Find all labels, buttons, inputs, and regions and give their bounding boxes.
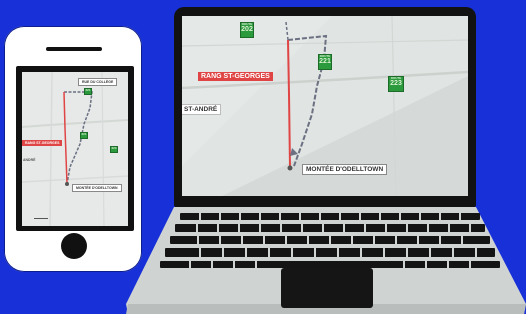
- laptop-base: [126, 207, 526, 314]
- laptop-trackpad[interactable]: [281, 268, 373, 308]
